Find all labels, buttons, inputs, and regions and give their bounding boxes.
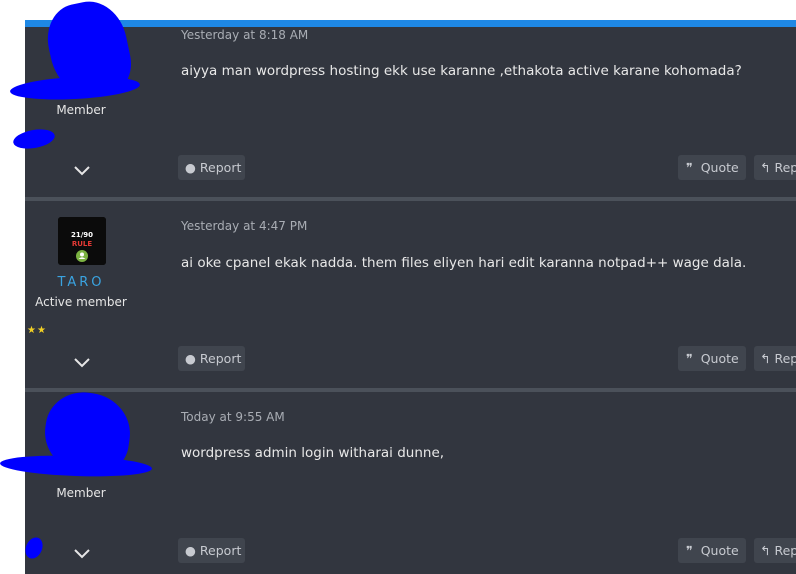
user-column: Member [0,387,153,574]
reply-button[interactable]: ↰ Rep [754,538,796,563]
reply-icon: ↰ [760,543,771,558]
post-body: ai oke cpanel ekak nadda. them files eli… [181,255,747,271]
quote-icon: ❞ [686,160,693,175]
svg-text:RULE: RULE [72,240,93,248]
post: Member Today at 9:55 AM wordpress admin … [0,387,796,574]
top-accent-bar [25,20,796,27]
rating-stars: ★★ [27,325,47,336]
redaction-mark [9,73,141,103]
reply-button[interactable]: ↰ Rep [754,346,796,371]
report-button[interactable]: ● Report [178,155,245,180]
user-title: Member [56,103,106,117]
thread: Member Yesterday at 8:18 AM aiyya man wo… [0,0,796,574]
reply-icon: ↰ [760,160,771,175]
post: 21/90 RULE TARO Active member ★★ Yesterd… [25,201,796,388]
quote-icon: ❞ [686,351,693,366]
post-date[interactable]: Today at 9:55 AM [181,410,285,424]
redaction-mark [0,453,153,479]
post-date[interactable]: Yesterday at 4:47 PM [181,219,307,233]
redaction-mark [11,126,57,152]
svg-text:21/90: 21/90 [71,231,93,239]
chevron-down-icon[interactable] [72,355,92,369]
post: Member Yesterday at 8:18 AM aiyya man wo… [9,0,796,197]
quote-button[interactable]: ❞ Quote [678,155,746,180]
report-icon: ● [185,351,196,366]
quote-button[interactable]: ❞ Quote [678,538,746,563]
post-body: aiyya man wordpress hosting ekk use kara… [181,63,742,79]
username[interactable]: TARO [25,275,137,290]
user-column: Member [9,0,141,197]
post-date[interactable]: Yesterday at 8:18 AM [181,28,308,42]
report-icon: ● [185,543,196,558]
report-button[interactable]: ● Report [178,538,245,563]
redaction-mark [22,534,46,562]
reply-button[interactable]: ↰ Rep [754,155,796,180]
user-title: Member [56,486,106,500]
avatar-image: 21/90 RULE [58,217,106,265]
quote-icon: ❞ [686,543,693,558]
quote-button[interactable]: ❞ Quote [678,346,746,371]
reply-icon: ↰ [760,351,771,366]
report-icon: ● [185,160,196,175]
post-body: wordpress admin login witharai dunne, [181,445,445,461]
user-column: 21/90 RULE TARO Active member ★★ [25,201,137,388]
avatar[interactable]: 21/90 RULE [58,217,106,265]
chevron-down-icon[interactable] [72,546,92,560]
chevron-down-icon[interactable] [72,163,92,177]
report-button[interactable]: ● Report [178,346,245,371]
user-title: Active member [35,295,127,309]
